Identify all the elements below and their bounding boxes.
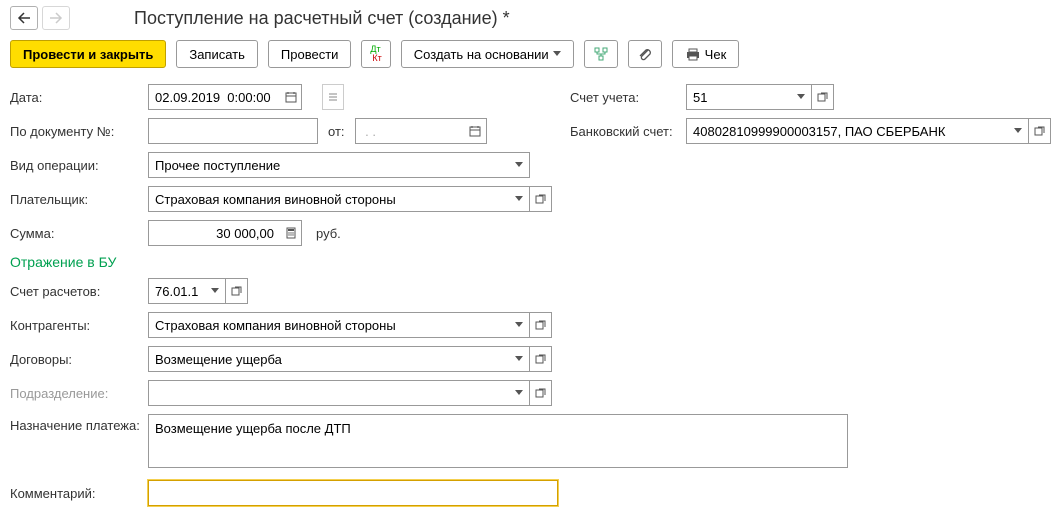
date-label: Дата: bbox=[10, 90, 142, 105]
comment-input[interactable] bbox=[148, 480, 558, 506]
open-icon bbox=[231, 285, 243, 297]
dtkt-button[interactable]: ДтКт bbox=[361, 40, 390, 68]
printer-icon bbox=[685, 47, 701, 61]
currency-label: руб. bbox=[316, 226, 341, 241]
account-open-button[interactable] bbox=[812, 84, 834, 110]
department-input[interactable] bbox=[148, 380, 508, 406]
contracts-label: Договоры: bbox=[10, 352, 142, 367]
account-label: Счет учета: bbox=[570, 90, 680, 105]
comment-label: Комментарий: bbox=[10, 486, 142, 501]
dtkt-icon: ДтКт bbox=[370, 45, 381, 63]
open-icon bbox=[535, 193, 547, 205]
chevron-down-icon bbox=[515, 322, 523, 328]
operation-type-input[interactable] bbox=[148, 152, 508, 178]
structure-button[interactable] bbox=[584, 40, 618, 68]
payment-purpose-input[interactable] bbox=[148, 414, 848, 468]
open-icon bbox=[535, 319, 547, 331]
chevron-down-icon bbox=[515, 356, 523, 362]
chevron-down-icon bbox=[211, 288, 219, 294]
settlement-account-label: Счет расчетов: bbox=[10, 284, 142, 299]
counterparties-label: Контрагенты: bbox=[10, 318, 142, 333]
amount-calculator-button[interactable] bbox=[280, 220, 302, 246]
date-calendar-button[interactable] bbox=[280, 84, 302, 110]
amount-label: Сумма: bbox=[10, 226, 142, 241]
create-based-button[interactable]: Создать на основании bbox=[401, 40, 574, 68]
counterparties-open-button[interactable] bbox=[530, 312, 552, 338]
calendar-icon bbox=[285, 91, 297, 103]
list-icon bbox=[327, 91, 339, 103]
doc-number-input[interactable] bbox=[148, 118, 318, 144]
arrow-left-icon bbox=[17, 12, 31, 24]
bank-account-open-button[interactable] bbox=[1029, 118, 1051, 144]
nav-back-button[interactable] bbox=[10, 6, 38, 30]
post-and-close-button[interactable]: Провести и закрыть bbox=[10, 40, 166, 68]
account-input[interactable] bbox=[686, 84, 790, 110]
write-button[interactable]: Записать bbox=[176, 40, 258, 68]
post-button[interactable]: Провести bbox=[268, 40, 352, 68]
page-title: Поступление на расчетный счет (создание)… bbox=[134, 8, 510, 29]
chevron-down-icon bbox=[553, 51, 561, 57]
extra-option-button[interactable] bbox=[322, 84, 344, 110]
chevron-down-icon bbox=[1014, 128, 1022, 134]
calendar-icon bbox=[469, 125, 481, 137]
operation-type-label: Вид операции: bbox=[10, 158, 142, 173]
arrow-right-icon bbox=[49, 12, 63, 24]
settlement-account-dropdown-button[interactable] bbox=[204, 278, 226, 304]
nav-forward-button[interactable] bbox=[42, 6, 70, 30]
tree-icon bbox=[593, 46, 609, 62]
settlement-account-open-button[interactable] bbox=[226, 278, 248, 304]
chevron-down-icon bbox=[515, 162, 523, 168]
chevron-down-icon bbox=[797, 94, 805, 100]
open-icon bbox=[1034, 125, 1046, 137]
receipt-button[interactable]: Чек bbox=[672, 40, 740, 68]
chevron-down-icon bbox=[515, 390, 523, 396]
from-label: от: bbox=[328, 124, 345, 139]
department-label: Подразделение: bbox=[10, 386, 142, 401]
payment-purpose-label: Назначение платежа: bbox=[10, 414, 142, 433]
counterparties-input[interactable] bbox=[148, 312, 508, 338]
operation-type-dropdown-button[interactable] bbox=[508, 152, 530, 178]
contracts-input[interactable] bbox=[148, 346, 508, 372]
counterparties-dropdown-button[interactable] bbox=[508, 312, 530, 338]
bank-account-input[interactable] bbox=[686, 118, 1007, 144]
reflection-section-header: Отражение в БУ bbox=[10, 254, 1051, 270]
chevron-down-icon bbox=[515, 196, 523, 202]
create-based-label: Создать на основании bbox=[414, 47, 549, 62]
date-input[interactable] bbox=[148, 84, 280, 110]
from-date-input[interactable] bbox=[355, 118, 465, 144]
doc-number-label: По документу №: bbox=[10, 124, 142, 139]
settlement-account-input[interactable] bbox=[148, 278, 204, 304]
calculator-icon bbox=[285, 227, 297, 239]
contracts-dropdown-button[interactable] bbox=[508, 346, 530, 372]
amount-input[interactable] bbox=[148, 220, 280, 246]
payer-input[interactable] bbox=[148, 186, 508, 212]
payer-dropdown-button[interactable] bbox=[508, 186, 530, 212]
attachment-button[interactable] bbox=[628, 40, 662, 68]
from-date-calendar-button[interactable] bbox=[465, 118, 487, 144]
payer-open-button[interactable] bbox=[530, 186, 552, 212]
department-dropdown-button[interactable] bbox=[508, 380, 530, 406]
receipt-label: Чек bbox=[705, 47, 727, 62]
open-icon bbox=[535, 353, 547, 365]
bank-account-label: Банковский счет: bbox=[570, 124, 680, 139]
paperclip-icon bbox=[637, 46, 653, 62]
department-open-button[interactable] bbox=[530, 380, 552, 406]
open-icon bbox=[817, 91, 829, 103]
open-icon bbox=[535, 387, 547, 399]
payer-label: Плательщик: bbox=[10, 192, 142, 207]
bank-account-dropdown-button[interactable] bbox=[1007, 118, 1029, 144]
account-dropdown-button[interactable] bbox=[790, 84, 812, 110]
contracts-open-button[interactable] bbox=[530, 346, 552, 372]
